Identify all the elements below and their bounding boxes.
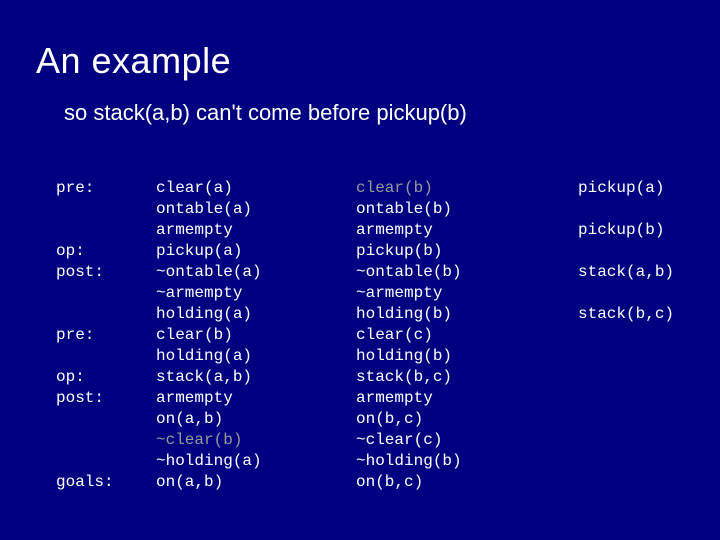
code-line: ~clear(c) xyxy=(356,430,578,451)
code-line: stack(a,b) xyxy=(156,367,356,388)
code-line: on(b,c) xyxy=(356,472,578,493)
label-line xyxy=(56,304,156,325)
code-line: stack(a,b) xyxy=(578,262,680,283)
code-line: clear(c) xyxy=(356,325,578,346)
label-line xyxy=(56,430,156,451)
code-line: clear(a) xyxy=(156,178,356,199)
label-line xyxy=(56,283,156,304)
code-line: armempty xyxy=(356,220,578,241)
code-line: on(b,c) xyxy=(356,409,578,430)
code-line: stack(b,c) xyxy=(578,304,680,325)
code-line: holding(a) xyxy=(156,304,356,325)
content-columns: pre: op: post: pre: op: post: goals: cle… xyxy=(56,178,680,493)
label-line: op: xyxy=(56,241,156,262)
label-line: post: xyxy=(56,262,156,283)
code-line: ~armempty xyxy=(156,283,356,304)
code-line: pickup(a) xyxy=(156,241,356,262)
label-line xyxy=(56,451,156,472)
label-line: goals: xyxy=(56,472,156,493)
code-line xyxy=(578,283,680,304)
code-line: pickup(b) xyxy=(578,220,680,241)
code-line: armempty xyxy=(156,388,356,409)
labels-column: pre: op: post: pre: op: post: goals: xyxy=(56,178,156,493)
code-line: armempty xyxy=(356,388,578,409)
code-line: stack(b,c) xyxy=(356,367,578,388)
code-line: holding(b) xyxy=(356,346,578,367)
code-line: armempty xyxy=(156,220,356,241)
code-line xyxy=(578,241,680,262)
plan-a-column: clear(a) ontable(a) armempty pickup(a) ~… xyxy=(156,178,356,493)
code-line: ~ontable(b) xyxy=(356,262,578,283)
code-line: ~clear(b) xyxy=(156,430,356,451)
code-line: ontable(b) xyxy=(356,199,578,220)
code-line: ~ontable(a) xyxy=(156,262,356,283)
label-line: post: xyxy=(56,388,156,409)
code-line: clear(b) xyxy=(356,178,578,199)
label-line xyxy=(56,199,156,220)
label-line xyxy=(56,346,156,367)
code-line: holding(a) xyxy=(156,346,356,367)
code-line: ~holding(a) xyxy=(156,451,356,472)
ops-column: pickup(a) pickup(b) stack(a,b) stack(b,c… xyxy=(578,178,680,493)
label-line xyxy=(56,409,156,430)
slide: An example so stack(a,b) can't come befo… xyxy=(0,0,720,540)
label-line: pre: xyxy=(56,178,156,199)
plan-b-column: clear(b) ontable(b) armempty pickup(b) ~… xyxy=(356,178,578,493)
slide-subtitle: so stack(a,b) can't come before pickup(b… xyxy=(0,82,720,126)
code-line xyxy=(578,199,680,220)
code-line: pickup(a) xyxy=(578,178,680,199)
label-line: pre: xyxy=(56,325,156,346)
code-line: ~holding(b) xyxy=(356,451,578,472)
label-line xyxy=(56,220,156,241)
code-line: ~armempty xyxy=(356,283,578,304)
label-line: op: xyxy=(56,367,156,388)
slide-title: An example xyxy=(0,0,720,82)
code-line: pickup(b) xyxy=(356,241,578,262)
code-line: holding(b) xyxy=(356,304,578,325)
code-line: ontable(a) xyxy=(156,199,356,220)
code-line: clear(b) xyxy=(156,325,356,346)
code-line: on(a,b) xyxy=(156,472,356,493)
code-line: on(a,b) xyxy=(156,409,356,430)
